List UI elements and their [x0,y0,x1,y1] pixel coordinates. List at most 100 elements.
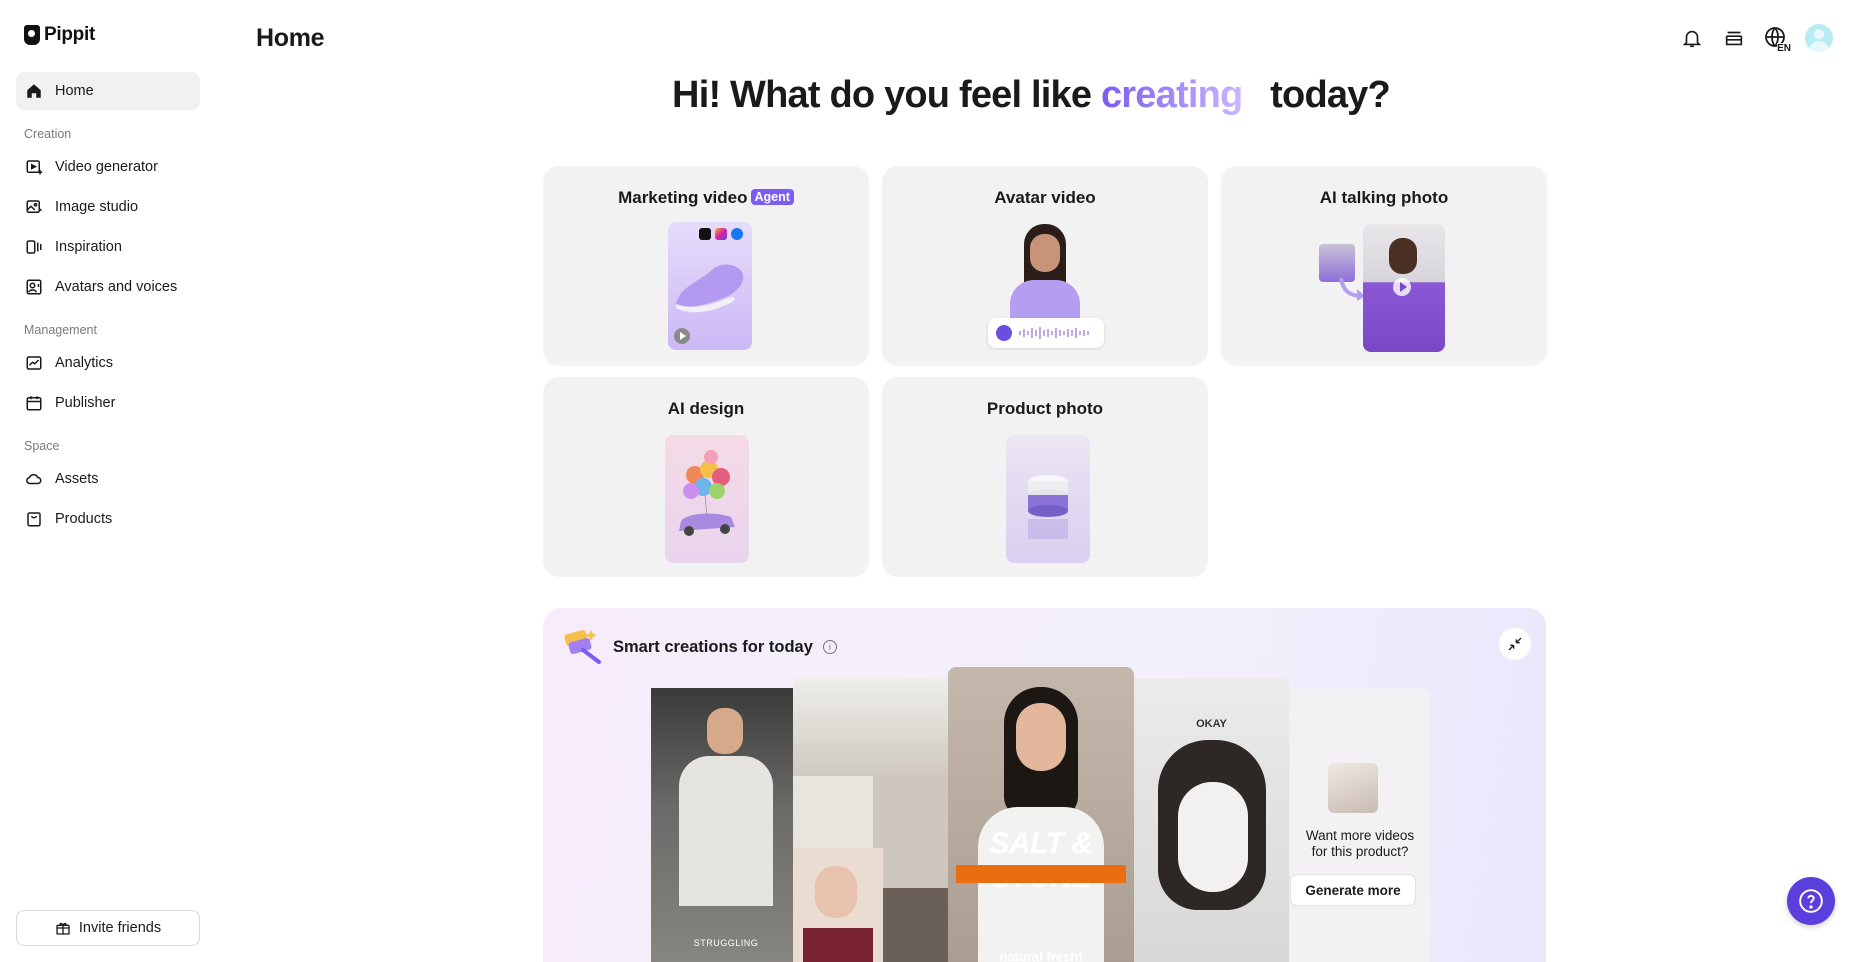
collapse-icon [1508,637,1522,651]
sidebar-item-video-generator[interactable]: Video generator [16,148,200,186]
image-edit-icon [26,200,43,213]
presenter-face [707,708,743,754]
woman-face [1016,703,1066,771]
calendar-icon [26,396,42,411]
presenter-shirt [679,756,773,906]
question-icon [1799,889,1823,913]
sidebar-item-label: Analytics [55,355,114,371]
sidebar-item-publisher[interactable]: Publisher [16,384,200,422]
play-icon [674,328,690,344]
avatar-face [1030,234,1060,272]
info-icon[interactable]: i [822,640,837,654]
play-icon [996,325,1012,341]
notifications-button[interactable] [1679,25,1705,51]
man-face [1389,238,1417,274]
credits-button[interactable] [1721,25,1747,51]
smart-creations-header: Smart creations for today i [563,628,837,666]
sidebar-item-avatars-voices[interactable]: Avatars and voices [16,268,200,306]
cloud-icon [26,474,42,485]
sidebar-item-label: Products [55,511,113,527]
greeting-before: Hi! What do you feel like [672,74,1092,116]
avatar-voice-icon [26,279,42,295]
balloon-car-image [679,450,735,536]
avatar-video-thumbnail [982,222,1108,350]
collage-right [873,776,948,896]
greeting-heading: Hi! What do you feel like creating today… [0,74,1857,117]
smart-video-1[interactable]: STRUGGLING [651,688,801,962]
woman-shirt [803,928,873,962]
language-code: EN [1777,43,1791,54]
tiktok-icon [699,228,711,240]
inspiration-icon [26,240,42,254]
play-icon [1393,278,1411,296]
card-ai-talking-photo[interactable]: AI talking photo [1221,166,1547,366]
card-product-photo[interactable]: Product photo [882,377,1208,577]
talking-photo-thumbnail [1363,224,1445,352]
generate-more-text-1: Want more videos [1305,828,1415,843]
sidebar-item-label: Image studio [55,199,139,215]
sidebar-item-assets[interactable]: Assets [16,460,200,498]
card-title: Product photo [986,399,1104,418]
smart-video-4[interactable]: OKAY [1134,678,1289,962]
sidebar-item-label: Assets [55,471,99,487]
card-title: AI design [667,399,745,418]
section-creation: Creation [24,127,72,141]
product-bag-icon [27,512,41,527]
sidebar-item-label: Publisher [55,395,116,411]
generate-more-panel: Want more videos for this product? Gener… [1290,688,1430,962]
logo-icon [24,25,40,45]
pippit-logo[interactable]: Pippit [24,24,95,46]
generate-more-button[interactable]: Generate more [1290,874,1416,906]
product-photo-thumbnail [1006,435,1090,563]
section-management: Management [24,323,97,337]
smart-video-3[interactable]: SALT & STONE natural fresh! [948,667,1134,962]
product-thumbnail [1328,763,1378,813]
video-caption: STRUGGLING [693,938,759,948]
sidebar-nav: Home Creation Video generator Image stud… [16,72,200,540]
stack-icon [1725,31,1743,46]
collage-bottom-right [883,888,948,962]
collage-woman [793,848,883,962]
dog-face [1178,782,1248,892]
smart-creations-title: Smart creations for today [613,637,813,656]
language-button[interactable]: EN [1763,25,1791,54]
top-toolbar: EN [1679,24,1833,54]
voice-player [988,318,1104,348]
card-ai-design[interactable]: AI design [543,377,869,577]
video-plus-icon [26,160,43,175]
invite-friends-button[interactable]: Invite friends [16,910,200,946]
woman-face [815,866,857,918]
video-subcaption: natural fresh! [999,949,1083,962]
sidebar-item-analytics[interactable]: Analytics [16,344,200,382]
magic-brush-icon [564,630,601,664]
waveform-icon [1019,327,1089,339]
video-caption: SALT & STONE [989,827,1093,894]
user-avatar[interactable] [1805,24,1833,52]
sidebar-item-label: Video generator [55,159,158,175]
card-title: Avatar video [994,188,1096,207]
collapse-button[interactable] [1499,628,1531,660]
invite-label: Invite friends [78,920,162,936]
sidebar-item-inspiration[interactable]: Inspiration [16,228,200,266]
marketing-video-thumbnail [668,222,752,350]
card-avatar-video[interactable]: Avatar video [882,166,1208,366]
card-marketing-video[interactable]: Marketing video Agent [543,166,869,366]
cream-jar-image [1028,475,1068,539]
card-title: AI talking photo [1319,188,1449,207]
analytics-icon [26,356,42,370]
instagram-icon [715,228,727,240]
collage-top [793,678,948,776]
sneaker-image [676,264,744,313]
smart-creations-panel: Smart creations for today i STRUGGLING S… [543,608,1546,962]
sidebar: Pippit Home Creation Video generator Ima… [0,0,205,962]
logo-text: Pippit [44,24,95,45]
card-title-text: Marketing video [618,188,748,207]
smart-video-2[interactable] [793,678,948,962]
gift-icon [56,922,70,935]
help-button[interactable] [1787,877,1835,925]
sidebar-item-image-studio[interactable]: Image studio [16,188,200,226]
page-title: Home [256,24,325,52]
greeting-highlight: creating [1100,74,1243,116]
sidebar-item-products[interactable]: Products [16,500,200,538]
generate-more-text-2: for this product? [1311,844,1409,859]
